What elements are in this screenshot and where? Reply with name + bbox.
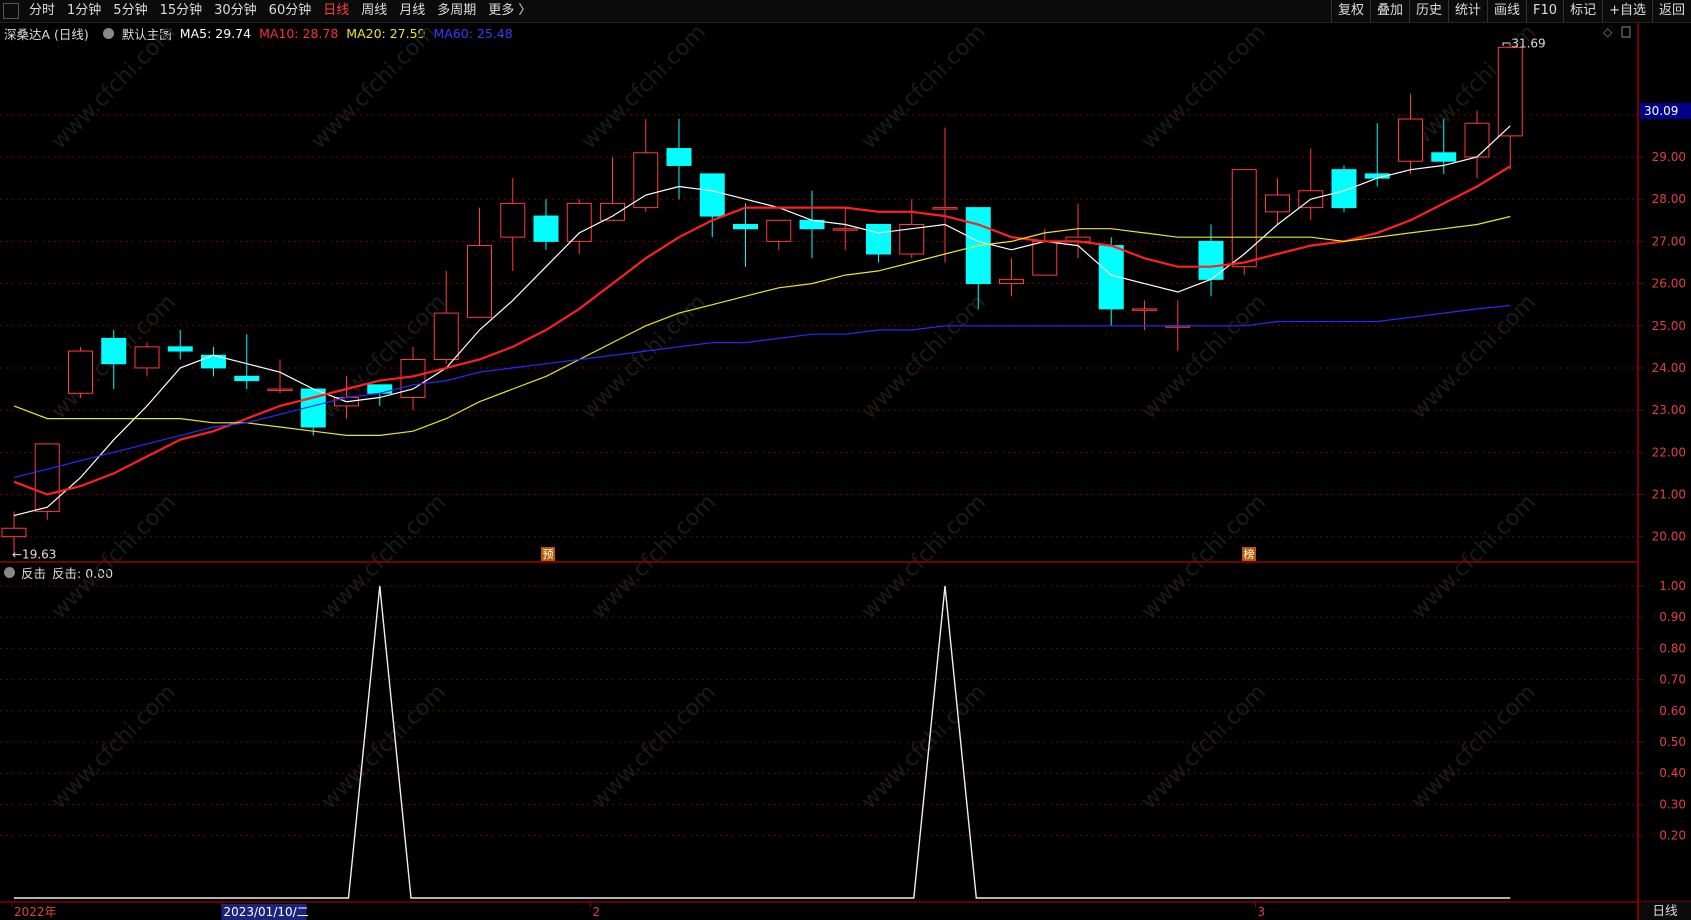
candle-body xyxy=(267,388,293,392)
watermark-text: www.cfchi.com xyxy=(47,20,181,154)
y-tick-label: 1.00 xyxy=(1659,579,1686,593)
candle-body xyxy=(1,527,27,538)
watermark-text: www.cfchi.com xyxy=(1407,290,1541,424)
watermark-text: www.cfchi.com xyxy=(1407,680,1541,814)
watermark-text: www.cfchi.com xyxy=(587,490,721,624)
watermark-text: www.cfchi.com xyxy=(857,490,991,624)
low-price-label: ←19.63 xyxy=(12,547,56,561)
event-marker: 榜 xyxy=(1244,547,1255,561)
y-tick-label: 0.20 xyxy=(1659,829,1686,843)
y-tick-label: 26.00 xyxy=(1652,277,1686,291)
date-label: 2 xyxy=(593,905,601,919)
candle-body xyxy=(101,337,127,365)
candle-body xyxy=(932,207,958,210)
candle-body xyxy=(500,202,526,238)
watermark-text: www.cfchi.com xyxy=(1137,680,1271,814)
candle-body xyxy=(134,346,160,369)
y-tick-label: 25.00 xyxy=(1652,319,1686,333)
candle-body xyxy=(766,219,792,242)
period-tag[interactable]: 日线 xyxy=(1638,902,1691,920)
y-tick-label: 28.00 xyxy=(1652,192,1686,206)
ma-line-MA10 xyxy=(13,165,1511,496)
panel-toggle-icon xyxy=(1621,26,1631,38)
y-tick-label: 24.00 xyxy=(1652,361,1686,375)
watermark-text: www.cfchi.com xyxy=(857,20,991,154)
watermark-text: www.cfchi.com xyxy=(317,680,451,814)
candle-body xyxy=(1032,240,1058,276)
high-price-label: ⌐31.69 xyxy=(1501,37,1545,51)
watermark-text: www.cfchi.com xyxy=(47,490,181,624)
y-tick-label: 23.00 xyxy=(1652,403,1686,417)
event-marker: 预 xyxy=(543,548,554,561)
watermark-text: www.cfchi.com xyxy=(317,490,451,624)
candle-body xyxy=(1231,169,1257,268)
y-tick-label: 29.00 xyxy=(1652,150,1686,164)
y-tick-label: 20.00 xyxy=(1652,530,1686,544)
candle-body xyxy=(1464,122,1490,158)
watermark-text: www.cfchi.com xyxy=(1407,490,1541,624)
watermark-text: www.cfchi.com xyxy=(307,20,441,154)
candle-body xyxy=(832,228,858,231)
watermark-text: www.cfchi.com xyxy=(857,290,991,424)
candle-body xyxy=(167,346,193,352)
y-tick-label: 22.00 xyxy=(1652,445,1686,459)
candle-body xyxy=(234,375,260,382)
candle-body xyxy=(566,202,592,242)
watermark-text: www.cfchi.com xyxy=(577,20,711,154)
date-label: 2023/01/10/二 xyxy=(223,905,308,919)
candle-body xyxy=(533,215,559,242)
diamond-icon: ◇ xyxy=(1603,25,1613,39)
candle-body xyxy=(999,278,1024,285)
watermark-text: www.cfchi.com xyxy=(47,680,181,814)
candle-body xyxy=(68,350,93,394)
date-label: 3 xyxy=(1258,905,1266,919)
candle-body xyxy=(467,245,492,318)
candle-body xyxy=(733,224,758,230)
candle-body xyxy=(367,384,393,394)
ma-line-MA5 xyxy=(13,125,1511,517)
candle-body xyxy=(1431,152,1457,162)
candle-body xyxy=(866,224,891,255)
watermark-text: www.cfchi.com xyxy=(587,680,721,814)
candle-body xyxy=(1132,308,1157,311)
candle-body xyxy=(34,443,60,512)
candle-body xyxy=(600,202,625,221)
candle-body xyxy=(1331,169,1357,209)
y-tick-label: 0.80 xyxy=(1659,641,1686,655)
candle-body xyxy=(1398,118,1423,162)
y-tick-label: 0.50 xyxy=(1659,735,1686,749)
date-label: 2022年 xyxy=(14,905,57,919)
y-tick-label: 27.00 xyxy=(1652,234,1686,248)
y-tick-label: 0.90 xyxy=(1659,610,1686,624)
candle-body xyxy=(699,173,725,217)
y-tick-label: 0.60 xyxy=(1659,704,1686,718)
current-price-label: 30.09 xyxy=(1644,104,1678,118)
y-tick-label: 0.40 xyxy=(1659,766,1686,780)
y-tick-label: 21.00 xyxy=(1652,488,1686,502)
candle-body xyxy=(433,312,459,360)
y-tick-label: 0.70 xyxy=(1659,673,1686,687)
candle-body xyxy=(666,148,692,166)
ma-line-MA60 xyxy=(13,304,1511,479)
y-tick-label: 0.30 xyxy=(1659,797,1686,811)
chart-canvas[interactable]: www.cfchi.com www.cfchi.com www.cfchi.com w… xyxy=(0,0,1691,920)
candle-body xyxy=(1497,46,1523,137)
candle-body xyxy=(633,152,659,209)
watermark-text: www.cfchi.com xyxy=(1137,20,1271,154)
candle-body xyxy=(1265,194,1290,213)
